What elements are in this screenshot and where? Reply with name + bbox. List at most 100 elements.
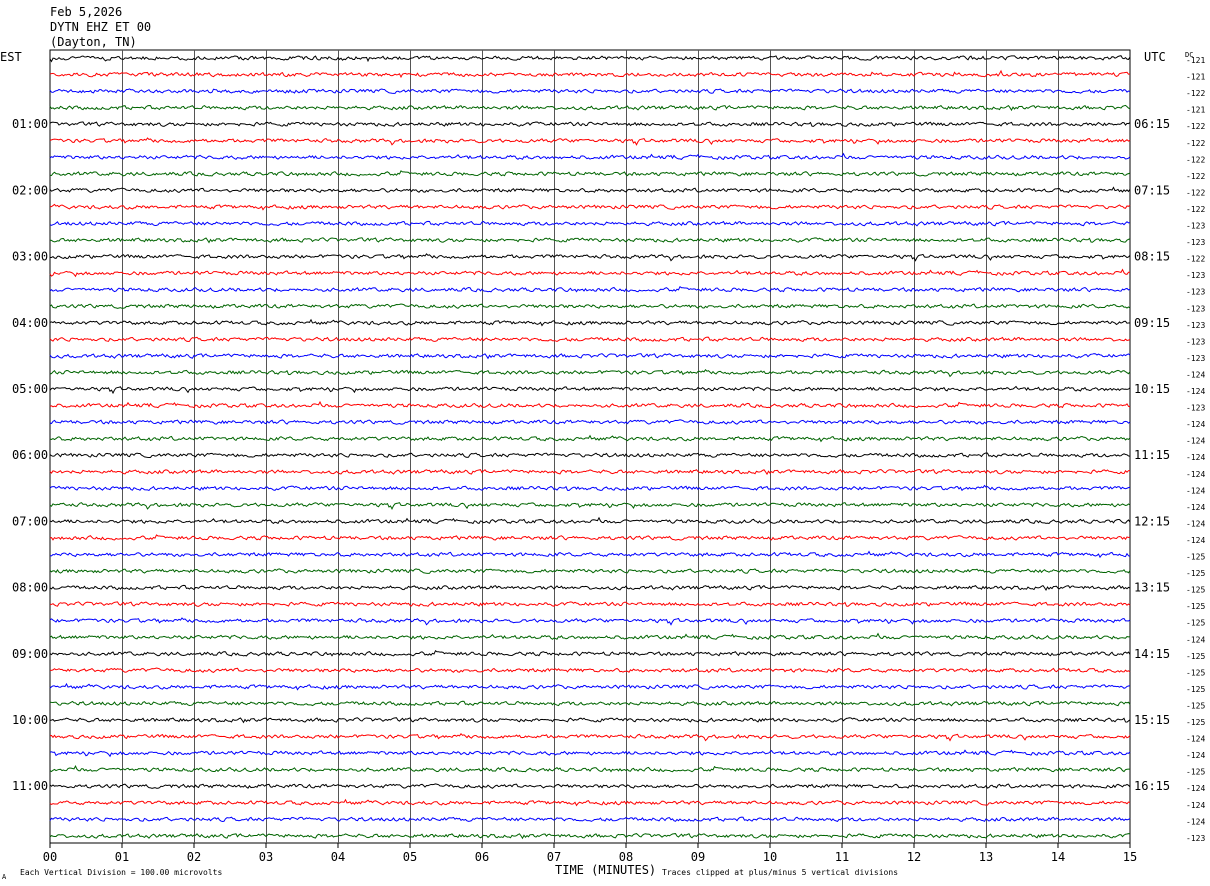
x-tick-label: 10 <box>763 850 777 864</box>
trace-line <box>49 484 1131 492</box>
x-tick-label: 01 <box>115 850 129 864</box>
trace-line <box>49 632 1131 640</box>
dc-offset-label: -125 <box>1186 685 1205 694</box>
dc-offset-label: -125 <box>1186 602 1205 611</box>
left-hour-label: 01:00 <box>12 117 48 131</box>
trace-line <box>49 368 1131 378</box>
x-tick-label: 11 <box>835 850 849 864</box>
dc-offset-label: -123 <box>1186 834 1205 843</box>
header-date: Feb 5,2026 <box>50 5 122 19</box>
dc-offset-label: -124 <box>1186 635 1205 644</box>
trace-line <box>50 601 1131 607</box>
trace-line <box>49 419 1131 425</box>
x-tick-label: 07 <box>547 850 561 864</box>
trace-line <box>49 104 1131 112</box>
dc-offset-label: -123 <box>1186 271 1205 280</box>
trace-line <box>49 336 1131 343</box>
right-hour-label: 13:15 <box>1134 581 1170 595</box>
trace-line <box>49 798 1131 807</box>
dc-offset-label: -124 <box>1186 486 1205 495</box>
dc-offset-label: -121 <box>1186 73 1205 82</box>
dc-offset-label: -125 <box>1186 768 1205 777</box>
dc-offset-label: -124 <box>1186 751 1205 760</box>
left-hour-label: 09:00 <box>12 647 48 661</box>
left-hour-label: 11:00 <box>12 779 48 793</box>
dc-offset-label: -122 <box>1186 255 1205 264</box>
x-tick-label: 05 <box>403 850 417 864</box>
trace-line <box>49 516 1131 525</box>
dc-offset-label: -124 <box>1186 370 1205 379</box>
x-axis-ticks: 00 01 02 03 04 05 06 07 08 09 10 11 12 13 14 15 <box>43 843 1137 864</box>
right-hour-label: 08:15 <box>1134 250 1170 264</box>
left-hour-label: 08:00 <box>12 581 48 595</box>
left-hour-label: 07:00 <box>12 514 48 528</box>
dc-offset-label: -122 <box>1186 188 1205 197</box>
left-hour-label: 04:00 <box>12 316 48 330</box>
trace-line <box>49 55 1131 63</box>
header-station: DYTN EHZ ET 00 <box>50 20 151 34</box>
dc-offset-label: -123 <box>1186 337 1205 346</box>
right-hour-label: 16:15 <box>1134 779 1170 793</box>
dc-offset-label: -122 <box>1186 89 1205 98</box>
trace-line <box>49 452 1131 459</box>
plot-grid <box>49 49 1131 844</box>
dc-offset-label: -124 <box>1186 519 1205 528</box>
dc-offset-label: -121 <box>1186 106 1205 115</box>
left-hour-labels: 01:00 02:00 03:00 04:00 05:00 06:00 07:00 08:00… <box>12 117 48 793</box>
dc-offset-label: -124 <box>1186 470 1205 479</box>
right-hour-label: 06:15 <box>1134 117 1170 131</box>
right-hour-label: 09:15 <box>1134 316 1170 330</box>
dc-offset-label: -124 <box>1186 420 1205 429</box>
left-hour-label: 02:00 <box>12 183 48 197</box>
trace-line <box>49 584 1131 592</box>
dc-offset-label: -123 <box>1186 304 1205 313</box>
dc-offset-label: -123 <box>1186 321 1205 330</box>
trace-line <box>49 203 1131 211</box>
trace-line <box>49 534 1131 541</box>
trace-line <box>49 468 1131 476</box>
left-hour-label: 05:00 <box>12 382 48 396</box>
x-tick-label: 13 <box>979 850 993 864</box>
dc-offset-label: -124 <box>1186 503 1205 512</box>
trace-line <box>49 253 1131 262</box>
x-tick-label: 06 <box>475 850 489 864</box>
x-tick-label: 00 <box>43 850 57 864</box>
trace-line <box>49 502 1131 510</box>
trace-line <box>49 650 1131 657</box>
x-tick-label: 04 <box>331 850 345 864</box>
dc-offset-label: -123 <box>1186 354 1205 363</box>
dc-offset-label: -122 <box>1186 155 1205 164</box>
footer-mark: A <box>2 873 7 881</box>
trace-line <box>49 434 1131 443</box>
trace-line <box>49 88 1131 94</box>
right-hour-label: 10:15 <box>1134 382 1170 396</box>
x-tick-label: 15 <box>1123 850 1137 864</box>
trace-line <box>49 186 1131 194</box>
trace-line <box>49 303 1131 309</box>
dc-offset-label: -121 <box>1186 56 1205 65</box>
header-location: (Dayton, TN) <box>50 35 137 49</box>
plot-frame <box>49 49 1131 844</box>
x-tick-label: 12 <box>907 850 921 864</box>
x-tick-label: 03 <box>259 850 273 864</box>
x-axis-title: TIME (MINUTES) <box>555 863 656 877</box>
dc-offset-label: -124 <box>1186 735 1205 744</box>
trace-line <box>49 121 1131 127</box>
trace-line <box>49 667 1131 674</box>
trace-group <box>49 55 1131 840</box>
trace-line <box>49 733 1131 742</box>
right-hour-label: 07:15 <box>1134 183 1170 197</box>
dc-offset-label: -123 <box>1186 404 1205 413</box>
dc-offset-label: -125 <box>1186 668 1205 677</box>
trace-line <box>49 385 1131 395</box>
right-timezone-label: UTC <box>1144 50 1166 64</box>
dc-offset-labels: -121 -121 -122 -121 -122 -122 -122 -122 -122 -122… <box>1186 56 1205 843</box>
dc-offset-label: -125 <box>1186 619 1205 628</box>
footer-scale-note: Each Vertical Division = 100.00 microvol… <box>20 868 222 877</box>
right-hour-label: 15:15 <box>1134 713 1170 727</box>
dc-offset-label: -122 <box>1186 122 1205 131</box>
dc-offset-label: -124 <box>1186 453 1205 462</box>
trace-line <box>49 764 1131 773</box>
x-tick-label: 09 <box>691 850 705 864</box>
trace-line <box>49 170 1131 177</box>
